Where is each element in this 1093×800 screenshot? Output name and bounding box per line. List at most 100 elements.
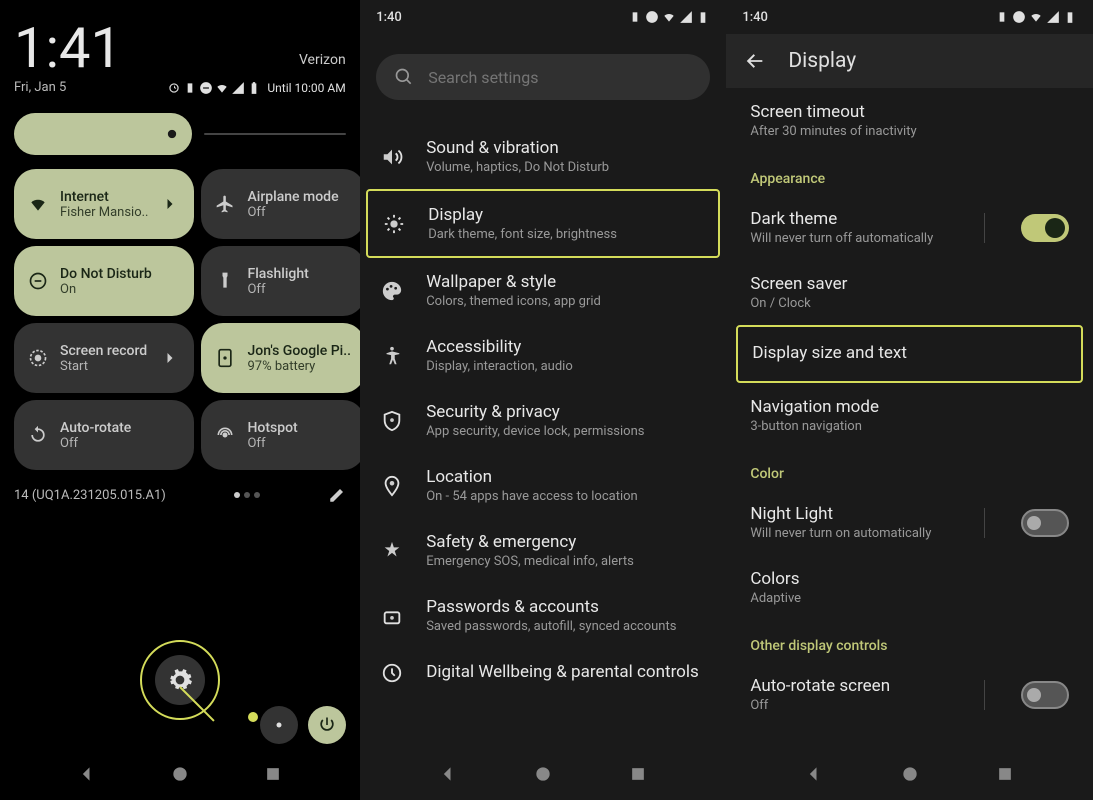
dnd-icon	[199, 81, 213, 95]
home-icon[interactable]	[170, 764, 190, 784]
header-bar: Display	[726, 34, 1093, 88]
setting-digital-wellbeing-parental-controls[interactable]: Digital Wellbeing & parental controls	[360, 648, 726, 698]
setting-security-privacy[interactable]: Security & privacyApp security, device l…	[360, 388, 726, 453]
search-icon	[394, 67, 414, 87]
nav-bar	[0, 756, 360, 792]
volume-icon	[381, 146, 403, 168]
wifi-icon	[662, 10, 676, 24]
until-label: Until 10:00 AM	[267, 81, 345, 95]
quick-tiles: InternetFisher Mansio.. Airplane modeOff…	[14, 169, 346, 470]
settings-list-panel: 1:40 Sound & vibrationVolume, haptics, D…	[360, 0, 726, 800]
recents-icon[interactable]	[628, 764, 648, 784]
status-time: 1:40	[376, 10, 402, 25]
setting-dark-theme[interactable]: Dark themeWill never turn off automatica…	[726, 195, 1093, 260]
search-input[interactable]	[428, 68, 692, 87]
section-color: Color	[726, 448, 1093, 490]
battery-icon	[247, 81, 261, 95]
gear-icon	[269, 715, 289, 735]
back-icon[interactable]	[804, 764, 824, 784]
wellbeing-icon	[381, 662, 403, 684]
chevron-right-icon	[160, 348, 180, 368]
accessibility-icon	[381, 345, 403, 367]
status-icons: Until 10:00 AM	[167, 81, 345, 95]
home-icon[interactable]	[900, 764, 920, 784]
back-icon[interactable]	[77, 764, 97, 784]
tile-auto-rotate[interactable]: Auto-rotateOff	[14, 400, 194, 470]
battery-icon	[696, 10, 710, 24]
setting-colors[interactable]: ColorsAdaptive	[726, 555, 1093, 620]
setting-wallpaper-style[interactable]: Wallpaper & styleColors, themed icons, a…	[360, 258, 726, 323]
palette-icon	[381, 280, 403, 302]
setting-location[interactable]: LocationOn - 54 apps have access to loca…	[360, 453, 726, 518]
setting-sound-vibration[interactable]: Sound & vibrationVolume, haptics, Do Not…	[360, 124, 726, 189]
status-icons	[628, 10, 710, 24]
tile-hotspot[interactable]: HotspotOff	[201, 400, 359, 470]
tile-internet[interactable]: InternetFisher Mansio..	[14, 169, 194, 239]
setting-accessibility[interactable]: AccessibilityDisplay, interaction, audio	[360, 323, 726, 388]
emergency-icon	[381, 540, 403, 562]
status-icons	[995, 10, 1077, 24]
edit-icon[interactable]	[328, 486, 346, 504]
power-icon	[317, 715, 337, 735]
wifi-icon	[215, 81, 229, 95]
hotspot-icon	[215, 425, 235, 445]
toggle[interactable]	[1021, 681, 1069, 709]
brightness-icon	[162, 124, 182, 144]
date-label: Fri, Jan 5	[14, 80, 66, 95]
recents-icon[interactable]	[263, 764, 283, 784]
back-icon[interactable]	[438, 764, 458, 784]
power-button[interactable]	[308, 706, 346, 744]
setting-display[interactable]: DisplayDark theme, font size, brightness	[366, 189, 720, 258]
recents-icon[interactable]	[995, 764, 1015, 784]
back-icon[interactable]	[744, 50, 766, 72]
signal-icon	[679, 10, 693, 24]
wifi-icon	[28, 194, 48, 214]
alarm-icon	[167, 81, 181, 95]
display-settings-panel: 1:40 Display Screen timeoutAfter 30 minu…	[726, 0, 1093, 800]
tile-airplane-mode[interactable]: Airplane modeOff	[201, 169, 359, 239]
location-icon	[381, 475, 403, 497]
key-icon	[381, 605, 403, 627]
setting-navigation-mode[interactable]: Navigation mode3-button navigation	[726, 383, 1093, 448]
tile-do-not-disturb[interactable]: Do Not DisturbOn	[14, 246, 194, 316]
setting-safety-emergency[interactable]: Safety & emergencyEmergency SOS, medical…	[360, 518, 726, 583]
airplane-icon	[215, 194, 235, 214]
dnd-icon	[645, 10, 659, 24]
settings-small-button[interactable]	[260, 706, 298, 744]
quick-settings-panel: 1:41 Verizon Fri, Jan 5 Until 10:00 AM I…	[0, 0, 360, 800]
settings-button-highlight	[140, 640, 220, 720]
setting-display-size-and-text[interactable]: Display size and text	[736, 325, 1083, 383]
home-icon[interactable]	[533, 764, 553, 784]
shield-icon	[381, 410, 403, 432]
settings-button[interactable]	[155, 655, 205, 705]
signal-icon	[231, 81, 245, 95]
dnd-icon	[28, 271, 48, 291]
device-icon	[215, 348, 235, 368]
page-title: Display	[788, 49, 856, 73]
vibrate-icon	[183, 81, 197, 95]
section-other-display-controls: Other display controls	[726, 620, 1093, 662]
build-label: 14 (UQ1A.231205.015.A1)	[14, 488, 166, 503]
flashlight-icon	[215, 271, 235, 291]
setting-screen-saver[interactable]: Screen saverOn / Clock	[726, 260, 1093, 325]
tile-screen-record[interactable]: Screen recordStart	[14, 323, 194, 393]
carrier-label: Verizon	[299, 52, 346, 68]
tile-flashlight[interactable]: FlashlightOff	[201, 246, 359, 316]
brightness-slider[interactable]	[14, 113, 346, 155]
page-dots	[234, 492, 260, 498]
setting-screen-timeout[interactable]: Screen timeoutAfter 30 minutes of inacti…	[726, 88, 1093, 153]
setting-night-light[interactable]: Night LightWill never turn on automatica…	[726, 490, 1093, 555]
tile-jon-s-google-pi-[interactable]: Jon's Google Pi..97% battery	[201, 323, 359, 393]
chevron-right-icon	[160, 194, 180, 214]
setting-passwords-accounts[interactable]: Passwords & accountsSaved passwords, aut…	[360, 583, 726, 648]
brightness-icon	[383, 213, 405, 235]
section-appearance: Appearance	[726, 153, 1093, 195]
status-time: 1:40	[742, 10, 768, 25]
nav-bar	[726, 756, 1093, 792]
clock: 1:41	[14, 20, 122, 76]
nav-bar	[360, 756, 726, 792]
setting-auto-rotate-screen[interactable]: Auto-rotate screenOff	[726, 662, 1093, 727]
toggle[interactable]	[1021, 509, 1069, 537]
toggle[interactable]	[1021, 214, 1069, 242]
search-bar[interactable]	[376, 54, 710, 100]
